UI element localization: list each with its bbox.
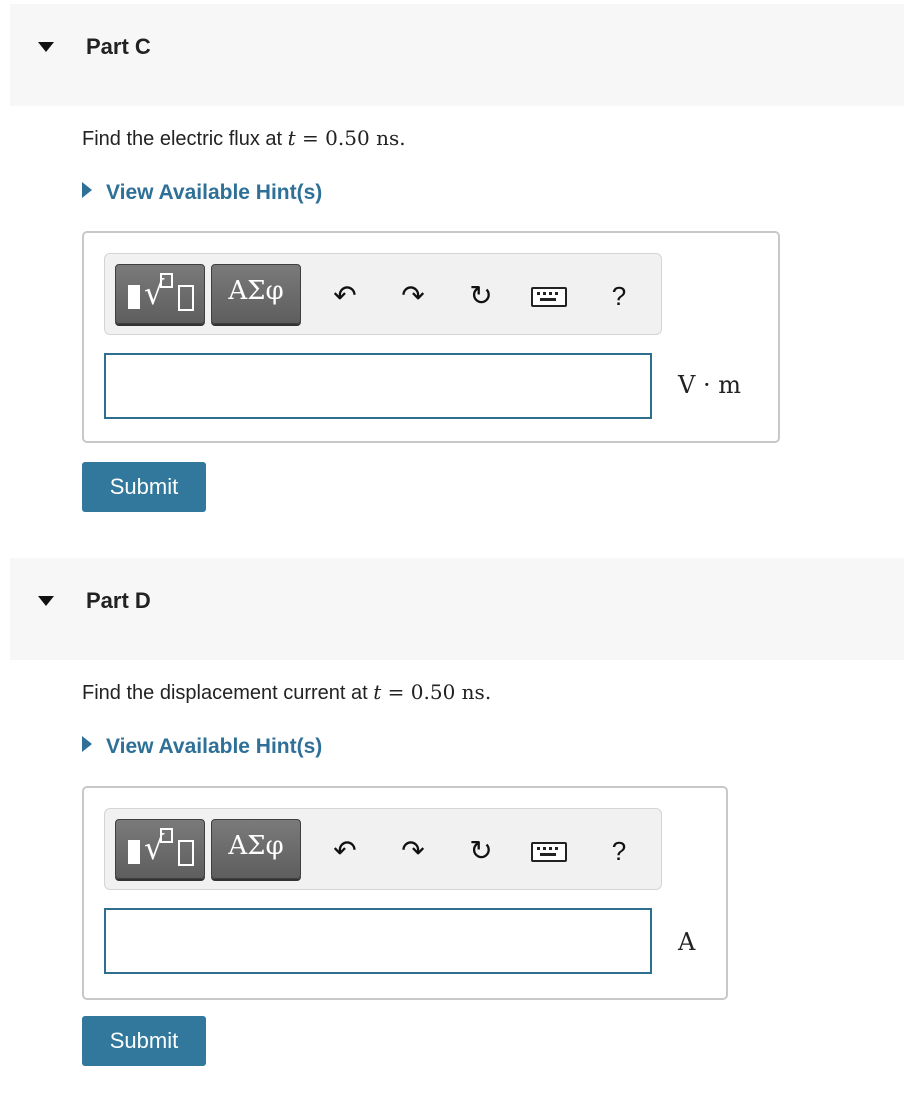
part-c-math-toolbar: √ ΑΣφ ↶ ↷ ↻ ? xyxy=(104,253,662,335)
part-c-unit: V · m xyxy=(678,371,741,399)
part-d-answer-box: √ ΑΣφ ↶ ↷ ↻ ? A xyxy=(82,786,728,1000)
caret-down-icon[interactable] xyxy=(38,42,54,52)
redo-icon[interactable]: ↷ xyxy=(395,833,431,869)
templates-button[interactable]: √ xyxy=(115,264,205,324)
part-c-answer-box: √ ΑΣφ ↶ ↷ ↻ ? V · m xyxy=(82,231,780,443)
part-c-question: Find the electric flux at t = 0.50 ns. xyxy=(82,126,406,150)
triangle-right-icon xyxy=(82,736,92,752)
part-d-hint-toggle[interactable]: View Available Hint(s) xyxy=(82,735,322,759)
reset-icon[interactable]: ↻ xyxy=(463,278,499,314)
greek-symbols-button[interactable]: ΑΣφ xyxy=(211,819,301,879)
part-d-math-toolbar: √ ΑΣφ ↶ ↷ ↻ ? xyxy=(104,808,662,890)
part-d-answer-input[interactable] xyxy=(104,908,652,974)
part-d-unit: A xyxy=(678,928,696,956)
help-icon[interactable]: ? xyxy=(601,833,637,869)
part-c-hint-toggle[interactable]: View Available Hint(s) xyxy=(82,181,322,205)
part-d-question: Find the displacement current at t = 0.5… xyxy=(82,680,492,704)
part-d-title: Part D xyxy=(86,588,151,613)
undo-icon[interactable]: ↶ xyxy=(327,833,363,869)
part-c-submit-button[interactable]: Submit xyxy=(82,462,206,512)
keyboard-icon[interactable] xyxy=(531,842,567,862)
part-d-header[interactable]: Part D xyxy=(10,558,904,660)
keyboard-icon[interactable] xyxy=(531,287,567,307)
part-c-answer-input[interactable] xyxy=(104,353,652,419)
undo-icon[interactable]: ↶ xyxy=(327,278,363,314)
templates-icon xyxy=(128,285,140,309)
templates-icon xyxy=(128,840,140,864)
triangle-right-icon xyxy=(82,182,92,198)
help-icon[interactable]: ? xyxy=(601,278,637,314)
redo-icon[interactable]: ↷ xyxy=(395,278,431,314)
greek-symbols-button[interactable]: ΑΣφ xyxy=(211,264,301,324)
part-d-submit-button[interactable]: Submit xyxy=(82,1016,206,1066)
reset-icon[interactable]: ↻ xyxy=(463,833,499,869)
templates-button[interactable]: √ xyxy=(115,819,205,879)
part-c-title: Part C xyxy=(86,34,151,59)
caret-down-icon[interactable] xyxy=(38,596,54,606)
part-c-header[interactable]: Part C xyxy=(10,4,904,106)
